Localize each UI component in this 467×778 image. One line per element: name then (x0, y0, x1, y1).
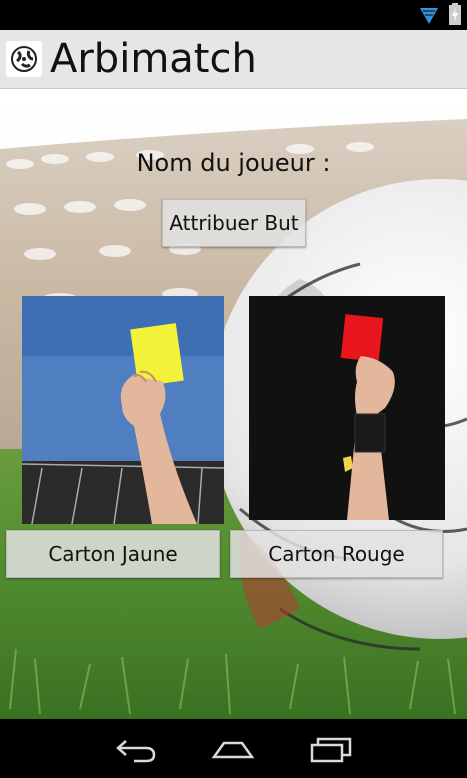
app-title: Arbimatch (50, 36, 257, 82)
wifi-icon (420, 8, 438, 24)
main-content: Nom du joueur : Attribuer But Carton Jau… (0, 89, 467, 719)
yellow-card-button[interactable]: Carton Jaune (6, 530, 220, 578)
red-card-photo[interactable] (249, 296, 445, 520)
battery-icon (449, 3, 461, 25)
navigation-bar (0, 719, 467, 778)
home-icon[interactable] (210, 733, 256, 765)
recent-apps-icon[interactable] (308, 733, 354, 765)
status-bar (0, 0, 467, 30)
yellow-card-photo[interactable] (22, 296, 224, 524)
action-bar: Arbimatch (0, 30, 467, 89)
assign-goal-button[interactable]: Attribuer But (162, 199, 306, 247)
referee-red-card-icon (249, 296, 445, 520)
back-icon[interactable] (112, 733, 158, 765)
player-name-label: Nom du joueur : (136, 149, 331, 177)
referee-yellow-card-icon (22, 296, 224, 524)
app-logo-icon[interactable] (6, 41, 42, 77)
red-card-button[interactable]: Carton Rouge (230, 530, 443, 578)
